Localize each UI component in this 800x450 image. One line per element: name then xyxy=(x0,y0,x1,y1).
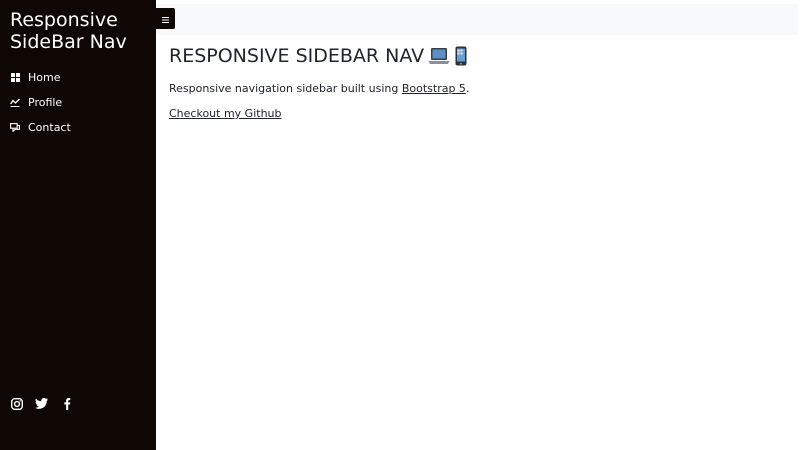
sidebar-item-profile[interactable]: Profile xyxy=(0,90,156,115)
chart-icon xyxy=(10,98,20,108)
sidebar-brand[interactable]: Responsive SideBar Nav xyxy=(10,9,150,53)
sidebar-item-label: Contact xyxy=(28,121,71,134)
topbar xyxy=(156,4,798,35)
menu-icon xyxy=(162,11,169,26)
sidebar-nav: Home Profile Contact xyxy=(0,65,156,140)
page-title-text: RESPONSIVE SIDEBAR NAV xyxy=(169,45,425,67)
facebook-icon[interactable] xyxy=(60,397,73,410)
bootstrap-link[interactable]: Bootstrap 5 xyxy=(402,82,466,95)
main-content: RESPONSIVE SIDEBAR NAV Responsive naviga… xyxy=(169,44,789,122)
sidebar-toggle-button[interactable] xyxy=(156,8,175,29)
github-link[interactable]: Checkout my Github xyxy=(169,106,282,122)
sidebar-item-label: Profile xyxy=(28,96,63,109)
intro-text: Responsive navigation sidebar built usin… xyxy=(169,81,789,97)
twitter-icon[interactable] xyxy=(35,397,48,410)
sidebar-item-home[interactable]: Home xyxy=(0,65,156,90)
sidebar-item-contact[interactable]: Contact xyxy=(0,115,156,140)
intro-suffix: . xyxy=(465,82,470,95)
social-links xyxy=(10,397,73,410)
chat-icon xyxy=(10,123,20,133)
phone-icon xyxy=(454,46,468,66)
page-title: RESPONSIVE SIDEBAR NAV xyxy=(169,44,789,68)
instagram-icon[interactable] xyxy=(10,397,23,410)
laptop-icon xyxy=(428,47,450,65)
grid-icon xyxy=(10,73,20,83)
sidebar: Responsive SideBar Nav Home Profile Cont… xyxy=(0,0,156,450)
intro-prefix: Responsive navigation sidebar built usin… xyxy=(169,82,402,95)
app: Responsive SideBar Nav Home Profile Cont… xyxy=(0,0,800,450)
sidebar-item-label: Home xyxy=(28,71,61,84)
